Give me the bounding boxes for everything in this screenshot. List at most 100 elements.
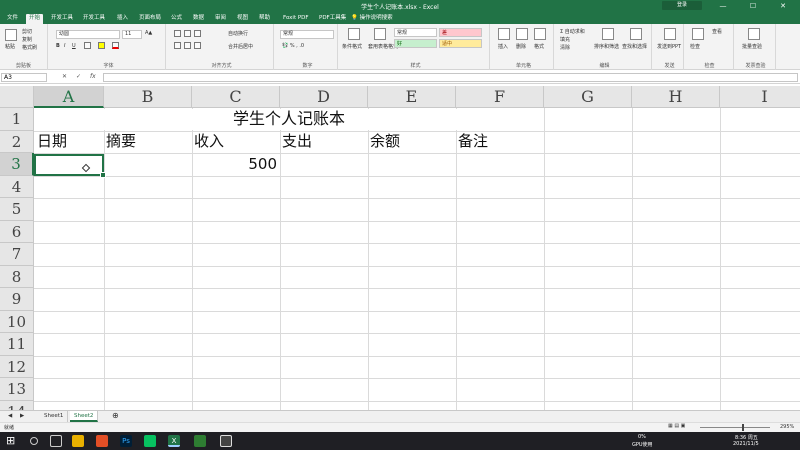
underline-button[interactable]: U xyxy=(72,43,76,49)
spreadsheet-grid[interactable]: A B C D E F G H I 1 2 3 4 5 6 7 8 9 10 1… xyxy=(0,86,800,410)
tab-pdf-tools[interactable]: PDF工具集 xyxy=(316,14,349,24)
sheet-tab-sheet2[interactable]: Sheet2 xyxy=(70,411,99,422)
column-header-c[interactable]: C xyxy=(192,86,280,108)
align-bottom-icon[interactable] xyxy=(194,30,201,37)
view-button[interactable]: 查看 xyxy=(712,28,722,35)
check-icon[interactable] xyxy=(692,28,704,40)
align-middle-icon[interactable] xyxy=(184,30,191,37)
excel-icon[interactable]: X xyxy=(168,435,180,447)
paste-button[interactable]: 粘贴 xyxy=(5,43,15,50)
style-normal[interactable]: 常规 xyxy=(394,28,437,37)
sheet-nav-next-icon[interactable]: ▶ xyxy=(16,411,28,422)
tab-file[interactable]: 文件 xyxy=(4,14,21,24)
tab-view[interactable]: 视图 xyxy=(234,14,251,24)
row-header-5[interactable]: 5 xyxy=(0,198,34,221)
insert-function-button[interactable]: fx xyxy=(90,73,96,80)
column-header-g[interactable]: G xyxy=(544,86,632,108)
cell-a2[interactable]: 日期 xyxy=(37,130,67,152)
row-header-10[interactable]: 10 xyxy=(0,310,34,333)
fill-handle[interactable] xyxy=(100,172,106,178)
cell-b2[interactable]: 摘要 xyxy=(106,130,136,152)
tab-data[interactable]: 数据 xyxy=(190,14,207,24)
style-good[interactable]: 好 xyxy=(394,39,437,48)
recorder-icon[interactable] xyxy=(220,435,232,447)
column-header-b[interactable]: B xyxy=(104,86,192,108)
clock-date[interactable]: 2021/11/5 xyxy=(733,441,759,447)
tell-me-search[interactable]: 💡 操作说明搜索 xyxy=(348,14,396,24)
clear-button[interactable]: 清除 xyxy=(560,44,570,51)
windows-start-icon[interactable]: ⊞ xyxy=(6,435,18,447)
row-header-4[interactable]: 4 xyxy=(0,175,34,198)
add-sheet-icon[interactable]: ⊕ xyxy=(108,411,123,422)
tab-help[interactable]: 帮助 xyxy=(256,14,273,24)
check-button[interactable]: 检查 xyxy=(690,43,700,50)
wechat-icon[interactable] xyxy=(144,435,156,447)
photoshop-icon[interactable]: Ps xyxy=(120,435,132,447)
tab-insert[interactable]: 插入 xyxy=(114,14,131,24)
wrap-text-button[interactable]: 自动换行 xyxy=(228,30,248,37)
row-header-2[interactable]: 2 xyxy=(0,130,34,153)
format-cells-icon[interactable] xyxy=(534,28,546,40)
insert-cells-icon[interactable] xyxy=(498,28,510,40)
formula-input[interactable] xyxy=(103,73,798,82)
number-format-select[interactable]: 常规 xyxy=(280,30,334,39)
grow-font-icon[interactable]: A▲ xyxy=(145,30,152,36)
sort-filter-icon[interactable] xyxy=(602,28,614,40)
clock-time[interactable]: 8:36 周五 xyxy=(735,434,758,441)
cell-title[interactable]: 学生个人记账本 xyxy=(34,108,544,130)
normal-view-icon[interactable]: ▦ ▤ ▣ xyxy=(668,423,685,429)
font-size-select[interactable]: 11 xyxy=(122,30,142,39)
font-name-select[interactable]: 幼圆 xyxy=(56,30,120,39)
style-neutral[interactable]: 适中 xyxy=(439,39,482,48)
style-bad[interactable]: 差 xyxy=(439,28,482,37)
format-as-table-icon[interactable] xyxy=(374,28,386,40)
zoom-level[interactable]: 295% xyxy=(780,424,794,430)
sort-filter-button[interactable]: 排序和筛选 xyxy=(594,43,619,50)
conditional-format-icon[interactable] xyxy=(348,28,360,40)
column-header-d[interactable]: D xyxy=(280,86,368,108)
row-header-11[interactable]: 11 xyxy=(0,333,34,356)
row-header-3[interactable]: 3 xyxy=(0,153,34,176)
autosum-button[interactable]: Σ 自动求和 xyxy=(560,28,585,35)
row-header-13[interactable]: 13 xyxy=(0,378,34,401)
align-left-icon[interactable] xyxy=(174,42,181,49)
fill-color-icon[interactable] xyxy=(98,42,105,49)
insert-cells-button[interactable]: 插入 xyxy=(498,43,508,50)
maximize-button[interactable]: ☐ xyxy=(742,0,764,12)
cell-f2[interactable]: 备注 xyxy=(458,130,488,152)
tab-page-layout[interactable]: 页面布局 xyxy=(136,14,164,24)
row-header-8[interactable]: 8 xyxy=(0,265,34,288)
find-select-icon[interactable] xyxy=(630,28,642,40)
format-painter-button[interactable]: 格式刷 xyxy=(22,44,37,51)
copy-button[interactable]: 复制 xyxy=(22,36,32,43)
column-header-e[interactable]: E xyxy=(368,86,456,108)
zoom-slider-knob[interactable] xyxy=(742,424,744,431)
cancel-formula-button[interactable]: ✕ xyxy=(62,73,67,80)
cell-e2[interactable]: 余额 xyxy=(370,130,400,152)
cut-button[interactable]: 剪切 xyxy=(22,28,32,35)
italic-button[interactable]: I xyxy=(64,43,65,49)
bold-button[interactable]: B xyxy=(56,43,60,49)
cell-d2[interactable]: 支出 xyxy=(282,130,312,152)
select-all-corner[interactable] xyxy=(0,86,34,108)
number-format-buttons[interactable]: 💱 % ‚ .0 xyxy=(282,43,304,49)
font-color-icon[interactable] xyxy=(112,42,119,49)
close-button[interactable]: ✕ xyxy=(772,0,794,12)
column-header-h[interactable]: H xyxy=(632,86,720,108)
search-icon[interactable] xyxy=(30,437,38,445)
align-right-icon[interactable] xyxy=(194,42,201,49)
format-cells-button[interactable]: 格式 xyxy=(534,43,544,50)
row-header-1[interactable]: 1 xyxy=(0,108,34,131)
active-cell-a3[interactable] xyxy=(34,153,104,176)
sheet-tab-sheet1[interactable]: Sheet1 xyxy=(40,411,69,422)
column-header-a[interactable]: A xyxy=(34,86,104,108)
row-header-6[interactable]: 6 xyxy=(0,220,34,243)
tab-developer[interactable]: 开发工具 xyxy=(48,14,76,24)
zoom-slider[interactable] xyxy=(700,427,770,428)
tab-formulas[interactable]: 公式 xyxy=(168,14,185,24)
paste-icon[interactable] xyxy=(5,29,17,41)
find-select-button[interactable]: 查找和选择 xyxy=(622,43,647,50)
cell-c3[interactable]: 500 xyxy=(192,153,277,175)
task-view-icon[interactable] xyxy=(50,435,62,447)
column-header-i[interactable]: I xyxy=(720,86,800,108)
